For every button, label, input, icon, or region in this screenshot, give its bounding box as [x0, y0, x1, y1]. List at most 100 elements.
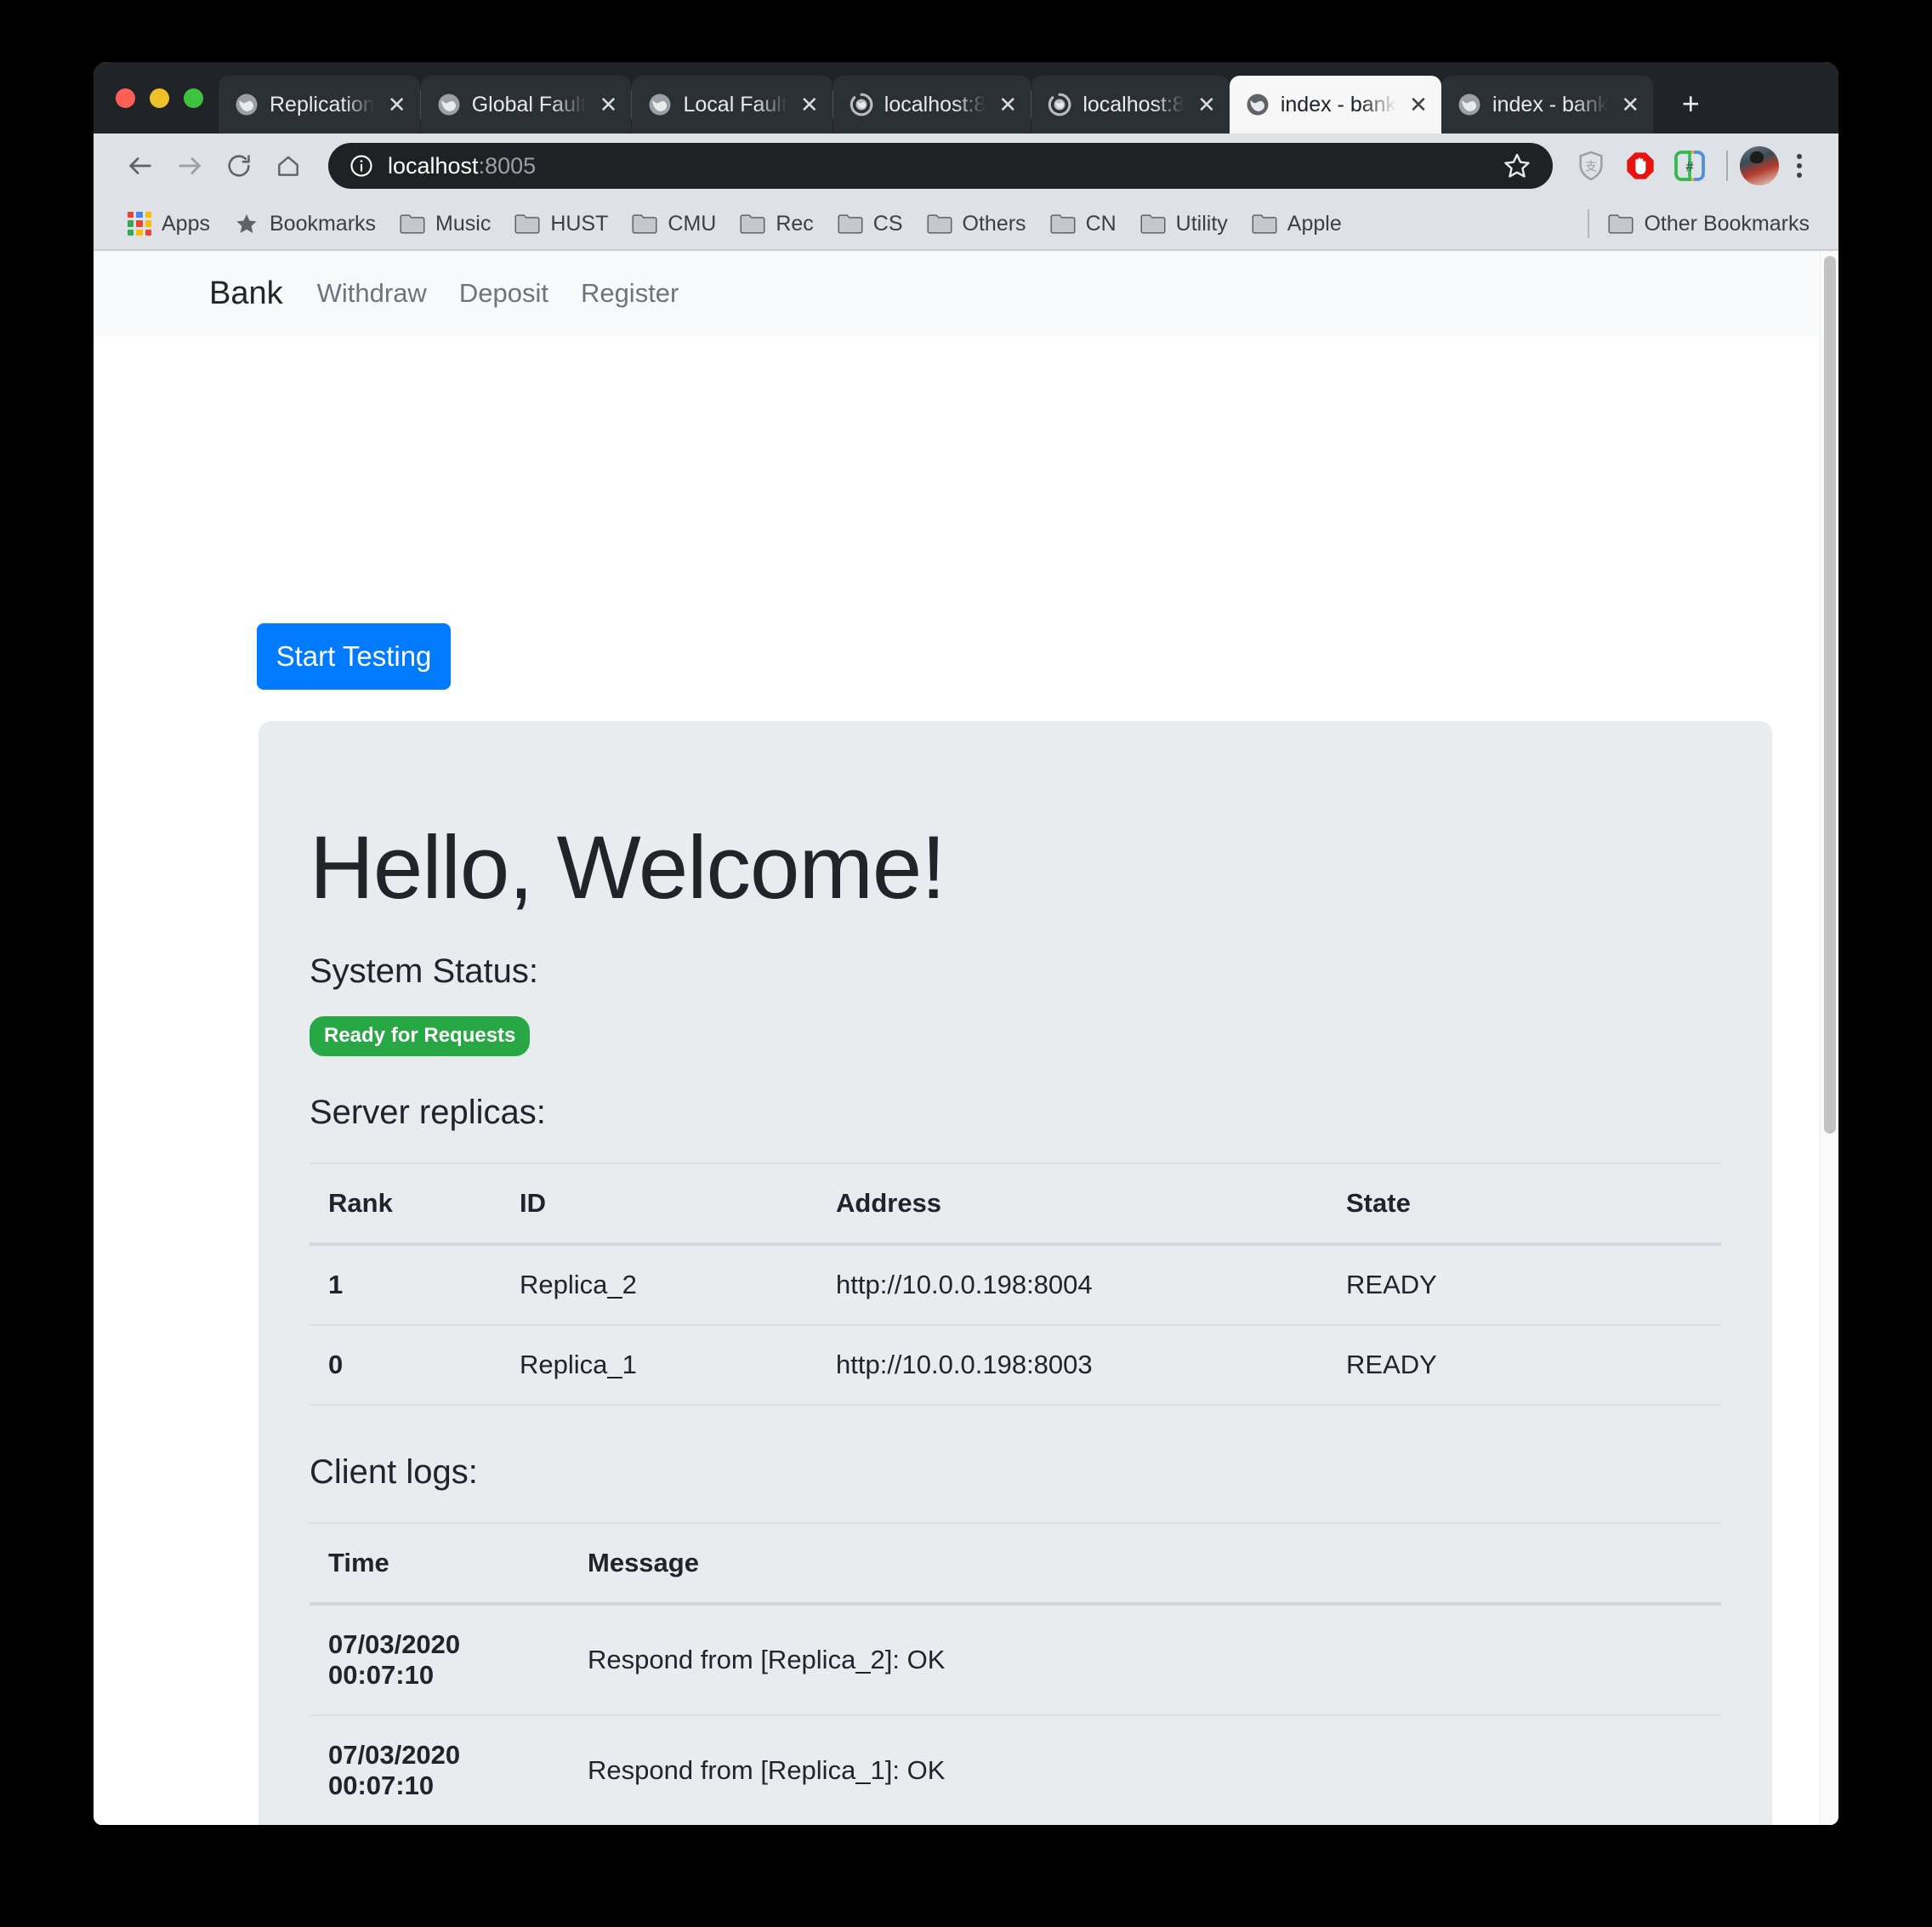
bookmark-apple[interactable]: Apple	[1240, 207, 1354, 242]
svg-text:#: #	[1685, 158, 1694, 174]
globe-icon	[649, 94, 671, 116]
folder-icon	[740, 214, 765, 234]
bookmark-utility[interactable]: Utility	[1128, 207, 1240, 242]
bookmark-other-bookmarks[interactable]: Other Bookmarks	[1596, 207, 1821, 242]
maximize-window-button[interactable]	[184, 88, 203, 108]
globe-icon	[1458, 94, 1480, 116]
globe-icon	[438, 94, 460, 116]
browser-tab[interactable]: localhost:8 ✕	[832, 76, 1031, 134]
column-header-state: State	[1327, 1162, 1721, 1247]
bookmark-label: Rec	[776, 211, 814, 236]
bookmark-label: Others	[962, 211, 1026, 236]
cell-rank: 0	[310, 1325, 501, 1407]
bookmark-label: HUST	[550, 211, 609, 236]
table-row: 07/03/2020 00:07:10 Respond from [Replica…	[310, 1715, 1721, 1825]
close-tab-button[interactable]: ✕	[1195, 94, 1219, 116]
tab-title: Global Fault	[471, 92, 587, 117]
folder-icon	[1050, 214, 1076, 234]
address-bar[interactable]: localhost:8005	[328, 143, 1553, 189]
bookmark-cmu[interactable]: CMU	[620, 207, 728, 242]
adblock-stop-hand-icon[interactable]	[1616, 141, 1665, 190]
tab-title: index - bank	[1280, 92, 1397, 117]
folder-icon	[1252, 214, 1277, 234]
cell-time: 07/03/2020 00:07:10	[310, 1604, 569, 1717]
new-tab-button[interactable]: +	[1667, 81, 1714, 128]
avatar[interactable]	[1740, 146, 1779, 185]
bookmark-apps[interactable]: Apps	[116, 207, 222, 242]
folder-icon	[632, 214, 657, 234]
table-row: 1 Replica_2 http://10.0.0.198:8004 READY	[310, 1244, 1721, 1327]
site-brand[interactable]: Bank	[209, 276, 283, 312]
forward-arrow-icon[interactable]	[165, 141, 214, 190]
cell-id: Replica_2	[501, 1244, 817, 1327]
bookmark-label: Utility	[1175, 211, 1228, 236]
close-tab-button[interactable]: ✕	[1618, 94, 1642, 116]
start-testing-button[interactable]: Start Testing	[257, 623, 451, 690]
browser-tab[interactable]: Local Fault ✕	[632, 76, 832, 134]
client-logs-body: 07/03/2020 00:07:10 Respond from [Replica…	[310, 1604, 1721, 1825]
alipay-shield-icon[interactable]: 支	[1566, 141, 1616, 190]
browser-window: Replication ✕ Global Fault ✕ Local Fault ✕ loc…	[94, 62, 1838, 1825]
scrollbar-thumb[interactable]	[1824, 256, 1836, 1134]
bookmark-bookmarks[interactable]: Bookmarks	[222, 207, 388, 242]
cell-time: 07/03/2020 00:07:10	[310, 1715, 569, 1825]
close-window-button[interactable]	[116, 88, 135, 108]
bookmark-hust[interactable]: HUST	[503, 207, 620, 242]
home-icon[interactable]	[264, 141, 313, 190]
column-header-address: Address	[817, 1162, 1327, 1247]
close-tab-button[interactable]: ✕	[385, 94, 409, 116]
column-header-time: Time	[310, 1522, 569, 1606]
cell-message: Respond from [Replica_2]: OK	[569, 1604, 1721, 1717]
folder-icon	[838, 214, 863, 234]
table-header-row: Rank ID Address State	[310, 1162, 1721, 1247]
browser-tab[interactable]: localhost:8 ✕	[1031, 76, 1230, 134]
globe-icon	[1247, 94, 1269, 116]
page-scrollbar[interactable]	[1820, 251, 1838, 1825]
close-tab-button[interactable]: ✕	[996, 94, 1020, 116]
browser-tab[interactable]: index - bank ✕	[1441, 76, 1654, 134]
nav-link-deposit[interactable]: Deposit	[459, 278, 548, 309]
tab-title: localhost:8	[1082, 92, 1185, 117]
star-outline-icon[interactable]	[1502, 151, 1532, 181]
bookmark-rec[interactable]: Rec	[728, 207, 825, 242]
tab-title: Replication	[270, 92, 375, 117]
three-dot-menu-icon[interactable]	[1779, 154, 1820, 178]
tab-title: index - bank	[1492, 92, 1609, 117]
bookmark-label: CS	[872, 211, 903, 236]
close-tab-button[interactable]: ✕	[798, 94, 821, 116]
bookmark-music[interactable]: Music	[388, 207, 503, 242]
reload-icon[interactable]	[214, 141, 264, 190]
cell-state: READY	[1327, 1244, 1721, 1327]
info-circle-icon[interactable]	[349, 153, 374, 179]
client-logs-table: Time Message 07/03/2020 00:07:10 Respond …	[310, 1522, 1721, 1825]
web-page: Bank Withdraw Deposit Register Start Tes…	[94, 251, 1820, 1825]
nav-link-register[interactable]: Register	[581, 278, 679, 309]
hash-square-icon[interactable]: #	[1665, 141, 1714, 190]
star-filled-icon	[236, 214, 257, 233]
tab-title: Local Fault	[683, 92, 787, 117]
cell-address: http://10.0.0.198:8003	[817, 1325, 1327, 1407]
close-tab-button[interactable]: ✕	[596, 94, 620, 116]
globe-icon	[236, 94, 258, 116]
bookmark-others[interactable]: Others	[915, 207, 1038, 242]
nav-link-withdraw[interactable]: Withdraw	[317, 278, 427, 309]
minimize-window-button[interactable]	[150, 88, 169, 108]
browser-tab[interactable]: Global Fault ✕	[420, 76, 632, 134]
browser-tab[interactable]: Replication ✕	[219, 76, 420, 134]
server-replicas-table: Rank ID Address State 1 Replica_2 http://1…	[310, 1162, 1721, 1407]
folder-icon	[927, 214, 952, 234]
bookmark-label: CMU	[668, 211, 717, 236]
folder-icon	[1140, 214, 1166, 234]
close-tab-button[interactable]: ✕	[1406, 94, 1430, 116]
svg-text:支: 支	[1585, 160, 1597, 173]
bookmark-label: Music	[435, 211, 492, 236]
back-arrow-icon[interactable]	[116, 141, 165, 190]
tab-title: localhost:8	[884, 92, 986, 117]
bookmark-cs[interactable]: CS	[826, 207, 915, 242]
tabs-container: Replication ✕ Global Fault ✕ Local Fault ✕ loc…	[219, 76, 1654, 134]
loading-spinner-icon	[1048, 93, 1071, 117]
bookmarks-bar: Apps Bookmarks Music HUST CMU Rec CS Others CN Ut…	[94, 198, 1838, 251]
browser-tab-active[interactable]: index - bank ✕	[1229, 76, 1442, 134]
bookmark-cn[interactable]: CN	[1038, 207, 1128, 242]
server-replicas-body: 1 Replica_2 http://10.0.0.198:8004 READY 0 Re…	[310, 1244, 1721, 1407]
